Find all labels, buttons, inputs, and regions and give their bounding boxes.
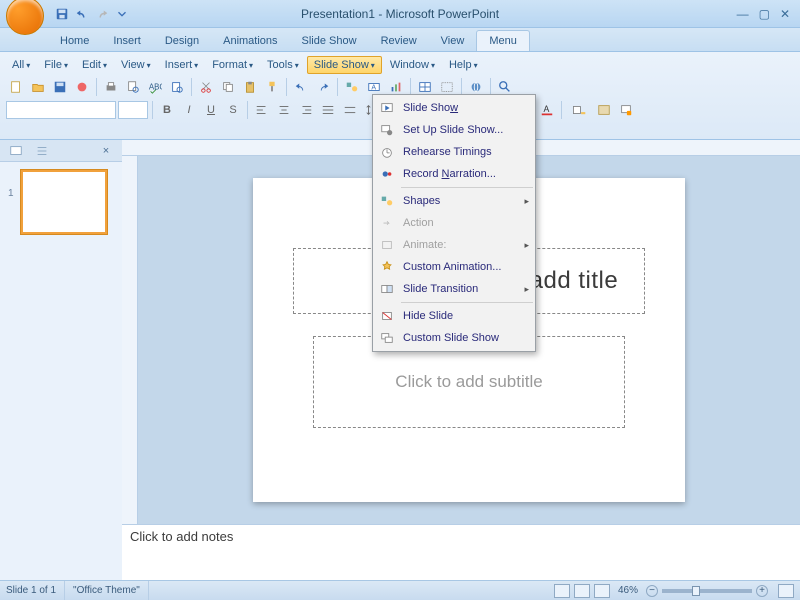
format-painter-icon[interactable]: [262, 77, 282, 97]
italic-button[interactable]: I: [179, 100, 199, 120]
menu-tools[interactable]: Tools▾: [261, 57, 305, 73]
panel-tabs: ×: [0, 140, 122, 162]
design-icon[interactable]: [594, 100, 614, 120]
dd-animate: Animate:▸: [373, 234, 535, 256]
status-theme: "Office Theme": [73, 581, 149, 600]
dd-custom-slide-show[interactable]: Custom Slide Show: [373, 327, 535, 349]
slides-outline-panel: × 1: [0, 140, 122, 580]
tab-review[interactable]: Review: [369, 31, 429, 51]
underline-button[interactable]: U: [201, 100, 221, 120]
panel-close-icon[interactable]: ×: [98, 143, 114, 159]
spelling-icon[interactable]: ABC: [145, 77, 165, 97]
print-icon[interactable]: [101, 77, 121, 97]
cut-icon[interactable]: [196, 77, 216, 97]
copy-icon[interactable]: [218, 77, 238, 97]
tab-design[interactable]: Design: [153, 31, 211, 51]
dd-separator: [401, 302, 533, 303]
align-right-icon[interactable]: [296, 100, 316, 120]
dd-shapes[interactable]: Shapes▸: [373, 190, 535, 212]
tab-menu[interactable]: Menu: [476, 30, 530, 51]
dd-hide-slide[interactable]: Hide Slide: [373, 305, 535, 327]
open-icon[interactable]: [28, 77, 48, 97]
font-color-icon[interactable]: A: [537, 100, 557, 120]
font-size-box[interactable]: [118, 101, 148, 119]
svg-text:A: A: [544, 104, 550, 114]
menu-slide-show[interactable]: Slide Show▾: [307, 56, 382, 74]
dd-separator: [401, 187, 533, 188]
office-button[interactable]: [6, 0, 44, 35]
fit-to-window-button[interactable]: [778, 584, 794, 598]
new-icon[interactable]: [6, 77, 26, 97]
dd-custom-animation[interactable]: Custom Animation...: [373, 256, 535, 278]
tab-animations[interactable]: Animations: [211, 31, 289, 51]
classic-menubar: All▾ File▾ Edit▾ View▾ Insert▾ Format▾ T…: [6, 56, 794, 74]
align-left-icon[interactable]: [252, 100, 272, 120]
shadow-button[interactable]: S: [223, 100, 243, 120]
dd-set-up-slide-show[interactable]: Set Up Slide Show...: [373, 119, 535, 141]
zoom-slider[interactable]: [662, 589, 752, 593]
title-bar: Presentation1 - Microsoft PowerPoint — ▢…: [0, 0, 800, 28]
research-icon[interactable]: [167, 77, 187, 97]
dd-action: Action: [373, 212, 535, 234]
slide-show-view-button[interactable]: [594, 584, 610, 598]
permission-icon[interactable]: [72, 77, 92, 97]
menu-format[interactable]: Format▾: [206, 57, 259, 73]
outline-tab-icon[interactable]: [34, 143, 50, 159]
status-slide-info: Slide 1 of 1: [6, 581, 65, 600]
thumbnail-number: 1: [8, 188, 14, 199]
normal-view-button[interactable]: [554, 584, 570, 598]
font-name-box[interactable]: [6, 101, 116, 119]
new-slide-icon[interactable]: [616, 100, 636, 120]
paste-icon[interactable]: [240, 77, 260, 97]
menu-edit[interactable]: Edit▾: [76, 57, 113, 73]
ribbon-tabs: Home Insert Design Animations Slide Show…: [0, 28, 800, 52]
print-preview-icon[interactable]: [123, 77, 143, 97]
menu-all[interactable]: All▾: [6, 57, 36, 73]
tab-home[interactable]: Home: [48, 31, 101, 51]
menu-insert[interactable]: Insert▾: [159, 57, 205, 73]
slide-thumbnails: 1: [0, 162, 122, 247]
tab-slide-show[interactable]: Slide Show: [290, 31, 369, 51]
zoom-level[interactable]: 46%: [618, 585, 638, 596]
dd-slide-transition[interactable]: Slide Transition▸: [373, 278, 535, 300]
zoom-out-button[interactable]: −: [646, 585, 658, 597]
zoom-in-button[interactable]: +: [756, 585, 768, 597]
dd-rehearse-timings[interactable]: Rehearse Timings: [373, 141, 535, 163]
menu-view[interactable]: View▾: [115, 57, 157, 73]
menu-help[interactable]: Help▾: [443, 57, 484, 73]
slide-show-menu-dropdown: Slide Show Set Up Slide Show... Rehearse…: [372, 94, 536, 352]
tab-view[interactable]: View: [429, 31, 477, 51]
align-justify-icon[interactable]: [318, 100, 338, 120]
save-icon[interactable]: [50, 77, 70, 97]
undo-icon[interactable]: [291, 77, 311, 97]
menu-file[interactable]: File▾: [38, 57, 74, 73]
status-bar: Slide 1 of 1 "Office Theme" 46% − +: [0, 580, 800, 600]
slides-tab-icon[interactable]: [8, 143, 24, 159]
slide-sorter-view-button[interactable]: [574, 584, 590, 598]
tab-insert[interactable]: Insert: [101, 31, 153, 51]
autoshape-fill-icon[interactable]: [566, 100, 592, 120]
bold-button[interactable]: B: [157, 100, 177, 120]
svg-text:A: A: [371, 85, 376, 92]
align-center-icon[interactable]: [274, 100, 294, 120]
vertical-ruler: [122, 156, 138, 524]
menu-window[interactable]: Window▾: [384, 57, 441, 73]
slide-thumbnail-1[interactable]: [21, 170, 107, 234]
dd-slide-show[interactable]: Slide Show: [373, 97, 535, 119]
redo-icon[interactable]: [313, 77, 333, 97]
dd-record-narration[interactable]: Record Narration...: [373, 163, 535, 185]
window-title: Presentation1 - Microsoft PowerPoint: [0, 7, 800, 21]
autoshapes-icon[interactable]: [342, 77, 362, 97]
notes-pane[interactable]: Click to add notes: [122, 524, 800, 580]
distributed-icon[interactable]: [340, 100, 360, 120]
